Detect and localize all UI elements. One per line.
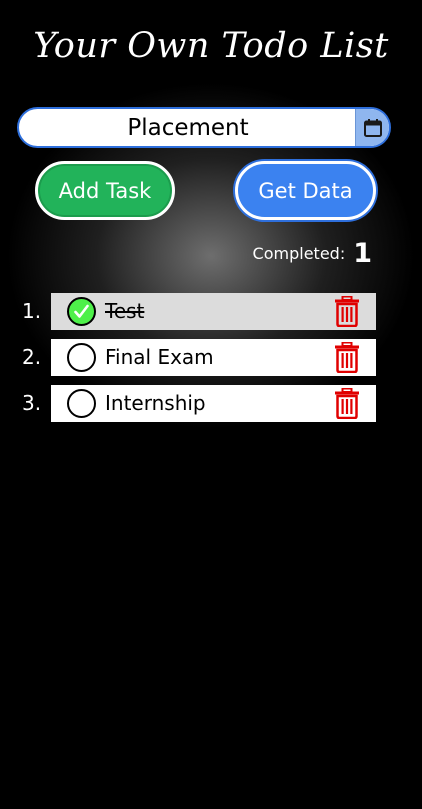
completed-label: Completed:	[252, 243, 346, 263]
task-list: 1. Test 2. Final Exam 3. Internship	[0, 293, 422, 431]
task-number: 1.	[22, 299, 42, 323]
checkmark-icon	[74, 304, 89, 318]
task-checkbox[interactable]	[67, 389, 96, 418]
task-text: Final Exam	[105, 345, 214, 369]
task-item: Final Exam	[51, 339, 376, 376]
task-checkbox[interactable]	[67, 343, 96, 372]
task-checkbox-checked[interactable]	[67, 297, 96, 326]
task-row: 2. Final Exam	[0, 339, 422, 376]
page-title: Your Own Todo List	[33, 26, 389, 66]
task-row: 3. Internship	[0, 385, 422, 422]
trash-icon[interactable]	[334, 388, 360, 419]
trash-icon[interactable]	[334, 296, 360, 327]
task-text: Internship	[105, 391, 206, 415]
task-number: 3.	[22, 391, 42, 415]
get-data-button[interactable]: Get Data	[235, 161, 376, 220]
task-text: Test	[105, 299, 145, 323]
completed-counter: Completed: 1	[252, 237, 372, 269]
task-item: Internship	[51, 385, 376, 422]
calendar-icon[interactable]	[355, 109, 389, 146]
add-task-button[interactable]: Add Task	[35, 161, 175, 220]
task-row: 1. Test	[0, 293, 422, 330]
trash-icon[interactable]	[334, 342, 360, 373]
task-number: 2.	[22, 345, 42, 369]
task-input[interactable]	[19, 109, 357, 146]
task-input-container	[17, 107, 391, 148]
completed-count: 1	[353, 237, 372, 269]
task-item: Test	[51, 293, 376, 330]
